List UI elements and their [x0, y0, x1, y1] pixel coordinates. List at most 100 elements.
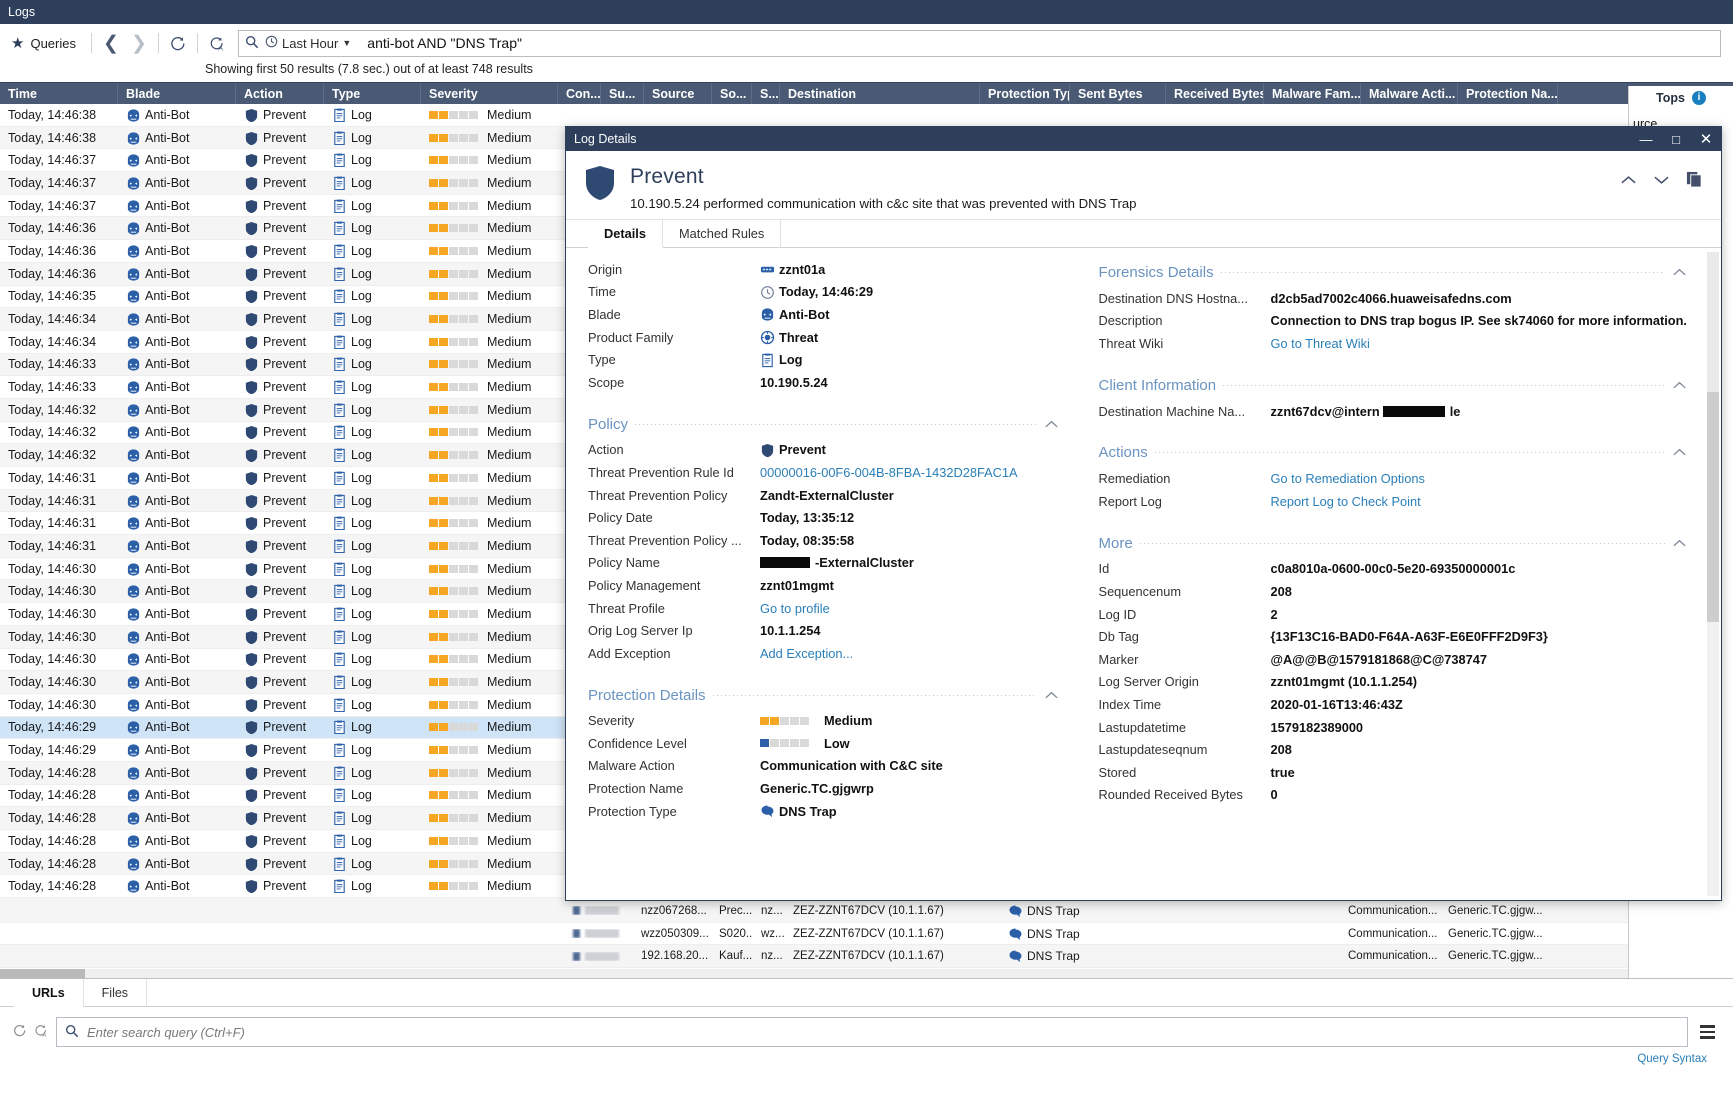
table-row[interactable]: wzz050309...S020...wz...ZEZ-ZZNT67DCV (1… [0, 923, 1628, 946]
chevron-up-icon[interactable] [1044, 417, 1059, 432]
grid-column-header[interactable]: Protection Na... [1458, 83, 1558, 105]
grid-column-header[interactable]: Destination [780, 83, 980, 105]
cell-type: Log [324, 879, 421, 893]
grid-column-header[interactable]: Protection Type [980, 83, 1070, 105]
detail-value[interactable]: Go to Threat Wiki [1271, 336, 1370, 351]
refresh-icon[interactable] [164, 29, 192, 57]
tab-files[interactable]: Files [84, 979, 147, 1007]
clock-icon [265, 35, 278, 51]
grid-column-header[interactable]: Action [236, 83, 324, 105]
cell-blade: Anti-Bot [118, 584, 236, 598]
antibot-icon [126, 153, 140, 167]
cell-blade: Anti-Bot [118, 675, 236, 689]
detail-value[interactable]: Report Log to Check Point [1271, 494, 1421, 509]
grid-column-header[interactable]: Con... [558, 83, 601, 105]
grid-column-header[interactable]: Source [644, 83, 712, 105]
shield-icon [244, 675, 258, 689]
cell-severity: Medium [421, 675, 558, 689]
chevron-up-icon[interactable] [1672, 378, 1687, 393]
grid-hscroll-thumb[interactable] [0, 969, 85, 978]
cell-severity: Medium [421, 720, 558, 734]
grid-column-header[interactable]: So... [712, 83, 752, 105]
grid-column-header[interactable]: Blade [118, 83, 236, 105]
chevron-up-icon[interactable] [1672, 536, 1687, 551]
detail-value[interactable]: Go to profile [760, 601, 830, 616]
bottom-search-input[interactable]: Enter search query (Ctrl+F) [56, 1017, 1688, 1047]
log-icon [332, 403, 346, 417]
grid-column-header[interactable]: Time [0, 83, 118, 105]
cell-severity: Medium [421, 766, 558, 780]
dialog-heading: Prevent [630, 165, 1137, 189]
search-query-bar[interactable]: Last Hour ▼ anti-bot AND "DNS Trap" [238, 30, 1721, 57]
chevron-up-icon[interactable] [1620, 173, 1637, 190]
dialog-scroll-thumb[interactable] [1707, 392, 1719, 622]
cell-action: Prevent [236, 471, 324, 485]
detail-value: {13F13C16-BAD0-F64A-A63F-E6E0FFF2D9F3} [1271, 629, 1548, 644]
antibot-icon [126, 584, 140, 598]
dnstrap-icon [1008, 904, 1022, 918]
detail-label: Protection Name [588, 781, 760, 796]
grid-column-header[interactable]: Type [324, 83, 421, 105]
shield-icon [244, 267, 258, 281]
shield-icon [244, 425, 258, 439]
grid-column-header[interactable]: S... [752, 83, 780, 105]
section-header[interactable]: Protection Details [588, 687, 1059, 704]
grid-column-header[interactable]: Severity [421, 83, 558, 105]
grid-column-header[interactable]: Malware Acti... [1361, 83, 1458, 105]
cell-action: Prevent [236, 176, 324, 190]
copy-icon[interactable] [1686, 171, 1703, 192]
grid-horizontal-scrollbar[interactable] [0, 969, 1628, 978]
cell-blade: Anti-Bot [118, 448, 236, 462]
section-header[interactable]: Policy [588, 416, 1059, 433]
auto-refresh-icon[interactable]: A [203, 29, 232, 57]
detail-value[interactable]: Go to Remediation Options [1271, 471, 1425, 486]
dialog-left-column: Originzznt01aTimeToday, 14:46:29BladeAnt… [566, 252, 1059, 900]
chevron-down-icon[interactable]: ▼ [342, 38, 351, 48]
query-syntax-link[interactable]: Query Syntax [0, 1047, 1733, 1065]
time-filter-dropdown[interactable]: Last Hour ▼ [265, 35, 351, 51]
tab-urls[interactable]: URLs [14, 979, 84, 1007]
chevron-down-icon[interactable] [1653, 173, 1670, 190]
section-header[interactable]: Forensics Details [1099, 264, 1687, 281]
tab-matched-rules[interactable]: Matched Rules [663, 220, 781, 248]
maximize-icon[interactable]: □ [1661, 127, 1691, 151]
shield-icon [584, 165, 616, 206]
detail-value[interactable]: 00000016-00F6-004B-8FBA-1432D28FAC1A [760, 465, 1018, 480]
chevron-up-icon[interactable] [1672, 445, 1687, 460]
info-icon[interactable]: i [1692, 91, 1706, 105]
dialog-tabs[interactable]: DetailsMatched Rules [566, 220, 1721, 248]
detail-label: Report Log [1099, 494, 1271, 509]
tab-tops[interactable]: Tops i [1629, 86, 1733, 109]
chevron-left-icon[interactable]: ❮ [97, 29, 125, 57]
table-row[interactable]: nzz067268...Prec...nz...ZEZ-ZZNT67DCV (1… [0, 900, 1628, 923]
section-header[interactable]: Client Information [1099, 377, 1687, 394]
search-input[interactable]: anti-bot AND "DNS Trap" [367, 35, 522, 51]
tops-tabbar: Tops i [1629, 86, 1733, 108]
detail-value[interactable]: Add Exception... [760, 646, 853, 661]
chevron-up-icon[interactable] [1044, 688, 1059, 703]
table-row[interactable]: 192.168.20...Kauf...nz...ZEZ-ZZNT67DCV (… [0, 945, 1628, 968]
section-header[interactable]: More [1099, 535, 1687, 552]
refresh-icon[interactable] [12, 1023, 27, 1041]
dialog-vertical-scrollbar[interactable] [1707, 252, 1719, 896]
grid-column-header[interactable]: Su... [601, 83, 644, 105]
grid-column-header[interactable]: Malware Fam... [1264, 83, 1361, 105]
antibot-icon [126, 267, 140, 281]
grid-column-header[interactable]: Sent Bytes [1070, 83, 1166, 105]
table-row[interactable]: Today, 14:46:38Anti-BotPreventLogMedium [0, 104, 1733, 127]
hamburger-icon[interactable] [1694, 1025, 1721, 1039]
section-header[interactable]: Actions [1099, 444, 1687, 461]
cell-type: Log [324, 289, 421, 303]
tab-details[interactable]: Details [588, 220, 663, 248]
cell-action: Prevent [236, 516, 324, 530]
shield-icon [244, 720, 258, 734]
chevron-up-icon[interactable] [1672, 265, 1687, 280]
time-filter-label: Last Hour [282, 36, 338, 51]
queries-button[interactable]: ★ Queries [6, 29, 86, 57]
close-icon[interactable]: ✕ [1691, 127, 1721, 151]
bottom-tabs[interactable]: URLsFiles [0, 979, 1733, 1007]
chevron-right-icon[interactable]: ❯ [125, 29, 153, 57]
minimize-icon[interactable]: — [1631, 127, 1661, 151]
auto-refresh-icon[interactable]: A [33, 1023, 50, 1041]
grid-column-header[interactable]: Received Bytes [1166, 83, 1264, 105]
